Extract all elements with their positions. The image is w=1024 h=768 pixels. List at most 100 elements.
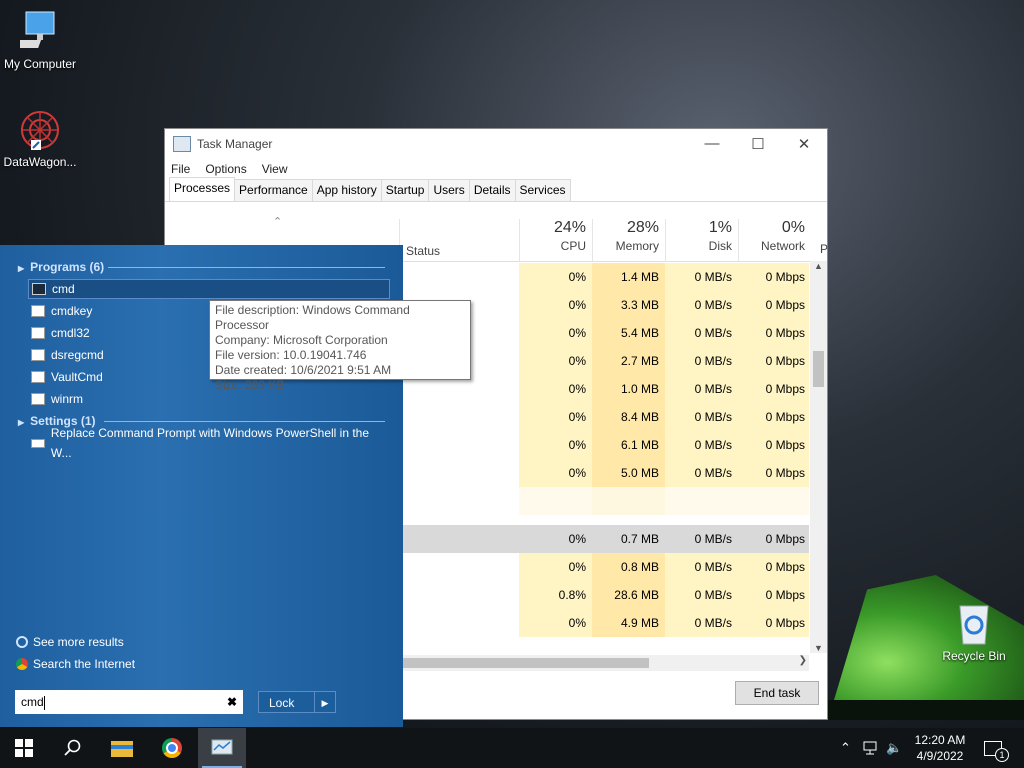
horizontal-scrollbar[interactable]: ❯ [403,655,809,671]
scroll-right-icon[interactable]: ❯ [799,655,807,666]
file-explorer-button[interactable] [98,728,146,768]
column-header-power[interactable]: P [820,242,828,256]
lock-button[interactable]: Lock ▶ [258,691,336,713]
link-label: See more results [33,635,124,649]
end-task-button[interactable]: End task [735,681,819,705]
column-header-network[interactable]: 0% Network [738,219,811,261]
menu-options[interactable]: Options [205,162,246,176]
program-item-cmd[interactable]: cmd [28,279,390,299]
chrome-icon [162,738,182,758]
network-cell: 0 Mbps [738,581,809,609]
disk-cell: 0 MB/s [665,403,738,431]
search-internet-link[interactable]: Search the Internet [16,657,135,671]
expand-arrow-icon: ▶ [18,264,25,273]
window-title: Task Manager [197,137,273,151]
tab-performance[interactable]: Performance [234,179,313,201]
tab-strip: Processes Performance App history Startu… [165,177,827,202]
taskbar-clock[interactable]: 12:20 AM 4/9/2022 [905,732,975,764]
section-label: Programs (6) [30,260,105,274]
memory-cell: 1.0 MB [592,375,665,403]
task-manager-icon [211,739,233,755]
tab-app-history[interactable]: App history [311,179,382,201]
settings-item-replace-cmd[interactable]: Replace Command Prompt with Windows Powe… [28,426,390,460]
cmd-icon [32,283,46,295]
monitor-icon [16,11,55,48]
cpu-cell [519,487,592,515]
cpu-cell: 0% [519,375,592,403]
column-header-cpu[interactable]: 24% CPU [519,219,592,261]
expand-arrow-icon: ▶ [18,418,25,427]
desktop-icon-recycle-bin[interactable]: Recycle Bin [934,600,1014,663]
memory-cell: 1.4 MB [592,263,665,291]
tab-users[interactable]: Users [428,179,470,201]
disk-total: 1% [708,219,732,236]
see-more-results-link[interactable]: See more results [16,635,124,649]
taskbar: ⌃ 🔈 12:20 AM 4/9/2022 1 [0,728,1024,768]
exe-icon [31,371,45,383]
programs-header[interactable]: ▶ Programs (6) [18,260,104,274]
chrome-taskbar-button[interactable] [148,728,196,768]
memory-cell: 2.7 MB [592,347,665,375]
desktop-icon-my-computer[interactable]: My Computer [0,10,80,71]
column-header-disk[interactable]: 1% Disk [665,219,738,261]
network-cell: 0 Mbps [738,553,809,581]
tab-services[interactable]: Services [514,179,571,201]
column-header-memory[interactable]: 28% Memory [592,219,665,261]
column-header-label: Disk [708,239,732,253]
scroll-thumb[interactable] [813,351,824,387]
clock-date: 4/9/2022 [916,749,964,763]
memory-cell: 6.1 MB [592,431,665,459]
column-header-label: Status [406,244,441,258]
minimize-button[interactable]: — [689,135,735,153]
start-search-input[interactable]: cmd ✖ [15,690,243,714]
column-header-status[interactable]: Status [399,219,519,261]
desktop-icon-label: Recycle Bin [942,649,1006,663]
title-bar[interactable]: Task Manager — ☐ ✕ [165,129,827,159]
tab-processes[interactable]: Processes [169,177,236,201]
menu-file[interactable]: File [171,162,190,176]
scroll-thumb[interactable] [403,658,649,668]
memory-cell: 28.6 MB [592,581,665,609]
task-manager-taskbar-button[interactable] [198,728,246,768]
tab-details[interactable]: Details [468,179,516,201]
memory-total: 28% [626,219,659,236]
scroll-down-icon[interactable]: ▼ [810,643,827,653]
desktop-icon-datawagon[interactable]: DataWagon... [0,108,80,169]
vertical-scrollbar[interactable]: ▲ ▼ [810,261,827,653]
maximize-button[interactable]: ☐ [735,135,781,153]
sort-arrow-icon[interactable]: ⌃ [273,215,282,228]
taskbar-search-button[interactable] [48,728,96,768]
cpu-cell: 0% [519,347,592,375]
memory-cell [592,487,665,515]
tooltip-company: Company: Microsoft Corporation [215,333,388,347]
item-label: dsregcmd [51,348,104,362]
memory-cell: 0.7 MB [592,525,665,553]
column-header-label: Network [760,239,805,253]
cmdl32-icon [31,327,45,339]
close-button[interactable]: ✕ [781,135,827,153]
search-input-value: cmd [21,695,44,709]
clear-search-icon[interactable]: ✖ [227,690,237,714]
tooltip-date: Date created: 10/6/2021 9:51 AM [215,363,392,377]
menu-view[interactable]: View [262,162,288,176]
scroll-up-icon[interactable]: ▲ [810,261,827,271]
speaker-icon: 🔈 [886,740,903,755]
network-cell: 0 Mbps [738,609,809,637]
show-hidden-icons-button[interactable]: ⌃ [840,728,851,768]
action-center-button[interactable]: 1 [984,728,1009,768]
power-options-arrow-icon[interactable]: ▶ [314,692,335,712]
disk-cell: 0 MB/s [665,553,738,581]
volume-tray-icon[interactable]: 🔈 [886,728,902,768]
item-label: winrm [51,392,83,406]
disk-cell: 0 MB/s [665,581,738,609]
clock-time: 12:20 AM [914,733,966,747]
winrm-icon [31,393,45,405]
disk-cell: 0 MB/s [665,431,738,459]
settings-screen-icon [31,438,45,448]
network-tray-icon[interactable] [862,728,878,768]
disk-cell: 0 MB/s [665,375,738,403]
start-button[interactable] [0,728,48,768]
memory-cell: 5.0 MB [592,459,665,487]
memory-cell: 5.4 MB [592,319,665,347]
tab-startup[interactable]: Startup [380,179,430,201]
